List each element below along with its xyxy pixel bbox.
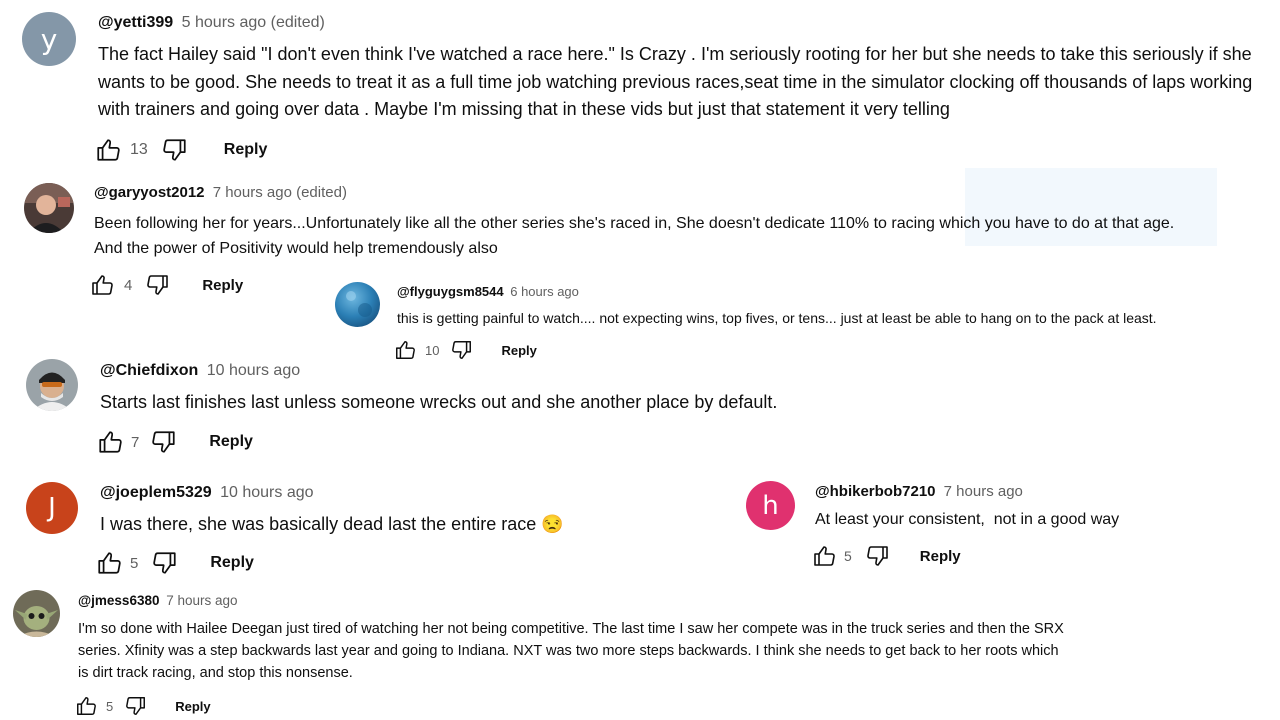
reply-button[interactable]: Reply [202, 277, 243, 294]
comment-actions: 4 Reply [90, 273, 243, 297]
thumbs-down-icon[interactable] [451, 339, 473, 361]
comment-time[interactable]: 7 hours ago (edited) [213, 184, 347, 201]
like-count: 5 [130, 554, 139, 572]
thumbs-up-icon[interactable] [90, 273, 114, 297]
reply-button[interactable]: Reply [501, 343, 536, 358]
author-handle[interactable]: @jmess6380 [78, 593, 159, 608]
reply-button[interactable]: Reply [175, 699, 210, 714]
like-count: 4 [124, 276, 133, 294]
like-count: 13 [130, 141, 148, 158]
comment-time[interactable]: 10 hours ago [207, 362, 300, 379]
like-count: 7 [131, 433, 140, 451]
avatar[interactable] [24, 183, 74, 233]
thumbs-down-icon[interactable] [146, 273, 170, 297]
comment-text: The fact Hailey said "I don't even think… [98, 44, 1253, 119]
thumbs-up-icon[interactable] [96, 550, 122, 576]
comment-actions: 7 Reply [97, 429, 253, 455]
comment-time[interactable]: 6 hours ago [510, 284, 579, 299]
avatar-letter: h [762, 490, 779, 521]
reply-button[interactable]: Reply [209, 433, 253, 451]
comment-time[interactable]: 10 hours ago [220, 484, 313, 501]
avatar[interactable] [335, 282, 380, 327]
avatar[interactable]: y [22, 12, 76, 66]
comment-text: At least your consistent, not in a good … [815, 511, 1120, 528]
thumbs-up-icon[interactable] [394, 339, 416, 361]
comment-text: Been following her for years...Unfortuna… [94, 215, 1175, 257]
like-count: 5 [106, 698, 114, 714]
thumbs-down-icon[interactable] [866, 544, 890, 568]
author-handle[interactable]: @hbikerbob7210 [815, 483, 936, 500]
reply-button[interactable]: Reply [920, 548, 961, 565]
like-count: 10 [425, 342, 440, 358]
thumbs-down-icon[interactable] [162, 137, 188, 163]
comment-header: @Chiefdixon 10 hours ago [100, 362, 300, 380]
comment-header: @hbikerbob7210 7 hours ago [815, 483, 1023, 500]
comment-actions: 5 Reply [812, 544, 961, 568]
comment-actions: 13 Reply [95, 137, 267, 163]
avatar-letter: J [48, 493, 56, 523]
comment-header: @garyyost2012 7 hours ago (edited) [94, 184, 347, 201]
comment-header: @joeplem5329 10 hours ago [100, 484, 314, 502]
thumbs-down-icon[interactable] [152, 550, 178, 576]
author-handle[interactable]: @flyguygsm8544 [397, 284, 504, 299]
comment-actions: 5 Reply [96, 550, 254, 576]
avatar-letter: y [40, 22, 58, 56]
author-handle[interactable]: @yetti399 [98, 14, 173, 31]
avatar[interactable] [13, 590, 60, 637]
avatar[interactable]: J [26, 482, 78, 534]
comment-actions: 10 Reply [394, 339, 537, 361]
comment-text: I'm so done with Hailee Deegan just tire… [78, 621, 1064, 681]
comment-actions: 5 Reply [75, 695, 211, 717]
comment-time[interactable]: 7 hours ago [944, 483, 1023, 500]
comment-time[interactable]: 5 hours ago (edited) [182, 14, 325, 31]
avatar[interactable]: h [746, 481, 795, 530]
comment-text: Starts last finishes last unless someone… [100, 392, 778, 412]
comment-text: this is getting painful to watch.... not… [397, 310, 1157, 326]
comment-header: @yetti399 5 hours ago (edited) [98, 14, 325, 32]
thumbs-down-icon[interactable] [151, 429, 177, 455]
comment-header: @jmess6380 7 hours ago [78, 593, 238, 608]
thumbs-up-icon[interactable] [97, 429, 123, 455]
thumbs-up-icon[interactable] [95, 137, 121, 163]
author-handle[interactable]: @joeplem5329 [100, 484, 212, 501]
thumbs-up-icon[interactable] [75, 695, 97, 717]
author-handle[interactable]: @Chiefdixon [100, 362, 198, 379]
reply-button[interactable]: Reply [210, 554, 254, 572]
comment-text: I was there, she was basically dead last… [100, 514, 564, 534]
avatar[interactable] [26, 359, 78, 411]
comment-time[interactable]: 7 hours ago [166, 593, 237, 608]
reply-button[interactable]: Reply [224, 141, 268, 159]
like-count: 5 [844, 548, 852, 564]
comment-header: @flyguygsm8544 6 hours ago [397, 284, 579, 299]
thumbs-down-icon[interactable] [125, 695, 147, 717]
thumbs-up-icon[interactable] [812, 544, 836, 568]
author-handle[interactable]: @garyyost2012 [94, 184, 205, 201]
